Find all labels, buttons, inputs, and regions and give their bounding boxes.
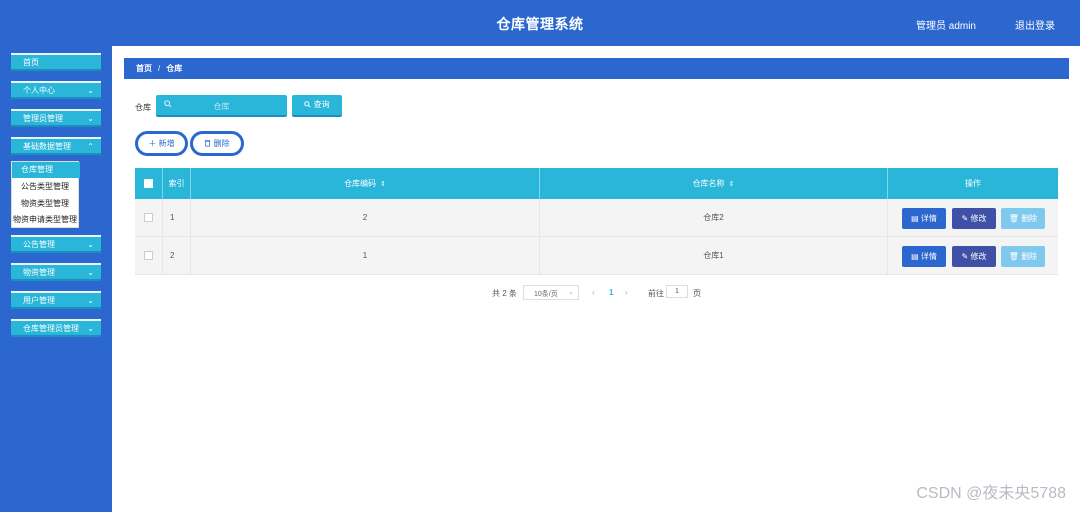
sidebar-item-notice[interactable]: 公告管理 ⌄ bbox=[11, 235, 101, 253]
remove-button[interactable]: 🗑 删除 bbox=[1001, 208, 1045, 229]
edit-button-label: 修改 bbox=[970, 252, 987, 261]
delete-button[interactable]: 删除 bbox=[190, 131, 244, 156]
sort-icon: ⇕ bbox=[380, 180, 386, 188]
sidebar-item-warehouse-admin[interactable]: 仓库管理员管理 ⌄ bbox=[11, 319, 101, 337]
next-page-button[interactable]: › bbox=[625, 288, 628, 297]
select-all-checkbox[interactable] bbox=[144, 179, 153, 188]
detail-button[interactable]: ▤ 详情 bbox=[902, 208, 946, 229]
breadcrumb-home[interactable]: 首页 bbox=[136, 64, 152, 73]
detail-button-label: 详情 bbox=[920, 252, 937, 261]
row-select-cell bbox=[135, 199, 163, 236]
sidebar-item-materials[interactable]: 物资管理 ⌄ bbox=[11, 263, 101, 281]
header-code-label: 仓库编码 bbox=[344, 179, 377, 188]
main-content: 首页 / 仓库 仓库 仓库 查询 ＋ 新增 删除 索引 仓库编码 ⇕ 仓库名称 ⇕ 操作… bbox=[112, 46, 1080, 512]
logout-link[interactable]: 退出登录 bbox=[1015, 17, 1055, 32]
goto-page-input[interactable]: 1 bbox=[666, 285, 688, 298]
sidebar-item-admin[interactable]: 管理员管理 ⌄ bbox=[11, 109, 101, 127]
detail-button[interactable]: ▤ 详情 bbox=[902, 246, 946, 267]
page-unit-label: 页 bbox=[693, 289, 701, 298]
chevron-down-icon: ⌄ bbox=[87, 324, 94, 333]
header-name[interactable]: 仓库名称 ⇕ bbox=[540, 168, 888, 199]
remove-button-label: 删除 bbox=[1021, 214, 1038, 223]
sidebar-item-label: 物资管理 bbox=[23, 268, 55, 277]
row-checkbox[interactable] bbox=[144, 213, 153, 222]
row-select-cell bbox=[135, 237, 163, 274]
prev-page-button[interactable]: ‹ bbox=[592, 288, 595, 297]
top-bar: 仓库管理系统 管理员 admin 退出登录 bbox=[0, 0, 1080, 46]
remove-button-label: 删除 bbox=[1021, 252, 1038, 261]
table-row: 2 1 仓库1 ▤ 详情 ✎ 修改 🗑 删除 bbox=[135, 237, 1058, 275]
row-name: 仓库2 bbox=[540, 199, 888, 236]
sidebar-item-label: 个人中心 bbox=[23, 86, 55, 95]
chevron-down-icon: ⌄ bbox=[87, 268, 94, 277]
header-ops: 操作 bbox=[965, 179, 981, 188]
current-user: 管理员 admin bbox=[915, 21, 976, 32]
sidebar-item-label: 首页 bbox=[23, 58, 39, 67]
query-button-label: 查询 bbox=[313, 100, 330, 109]
sort-icon: ⇕ bbox=[728, 180, 735, 188]
add-button[interactable]: ＋ 新增 bbox=[135, 131, 188, 156]
search-input[interactable]: 仓库 bbox=[156, 95, 287, 117]
chevron-down-icon: ⌄ bbox=[87, 240, 94, 249]
sidebar-item-users[interactable]: 用户管理 ⌄ bbox=[11, 291, 101, 309]
edit-button[interactable]: ✎ 修改 bbox=[952, 246, 996, 267]
sidebar: 首页 个人中心 ⌄ 管理员管理 ⌄ 基础数据管理 ⌃ 仓库管理 公告类型管理 物… bbox=[0, 46, 112, 512]
header-index: 索引 bbox=[163, 168, 191, 199]
delete-button-label: 删除 bbox=[213, 139, 230, 148]
remove-button[interactable]: 🗑 删除 bbox=[1001, 246, 1045, 267]
query-button[interactable]: 查询 bbox=[292, 95, 342, 117]
chevron-down-icon: ⌄ bbox=[87, 296, 94, 305]
row-code: 1 bbox=[191, 237, 540, 274]
page-size-value: 10条/页 bbox=[534, 291, 558, 298]
row-code: 2 bbox=[191, 199, 540, 236]
sidebar-item-label: 用户管理 bbox=[23, 296, 55, 305]
submenu-base-data: 仓库管理 公告类型管理 物资类型管理 物资申请类型管理 bbox=[11, 161, 80, 228]
add-button-label: ＋ 新增 bbox=[148, 139, 175, 148]
table-header: 索引 仓库编码 ⇕ 仓库名称 ⇕ 操作 bbox=[135, 168, 1058, 199]
sidebar-item-label: 仓库管理员管理 bbox=[23, 324, 79, 333]
submenu-item-material-type[interactable]: 物资类型管理 bbox=[12, 196, 80, 212]
row-checkbox[interactable] bbox=[144, 251, 153, 260]
header-code[interactable]: 仓库编码 ⇕ bbox=[191, 168, 540, 199]
submenu-item-notice-type[interactable]: 公告类型管理 bbox=[12, 179, 80, 195]
breadcrumb: 首页 / 仓库 bbox=[124, 58, 1069, 79]
row-index: 2 bbox=[163, 237, 191, 274]
chevron-down-icon: ⌄ bbox=[568, 289, 574, 296]
chevron-up-icon: ⌃ bbox=[87, 142, 94, 151]
submenu-item-warehouse[interactable]: 仓库管理 bbox=[12, 162, 80, 178]
search-label: 仓库 bbox=[135, 103, 151, 112]
chevron-down-icon: ⌄ bbox=[87, 114, 94, 123]
search-placeholder: 仓库 bbox=[213, 102, 230, 111]
edit-button[interactable]: ✎ 修改 bbox=[952, 208, 996, 229]
breadcrumb-current: 仓库 bbox=[166, 64, 183, 73]
page-size-select[interactable]: 10条/页 ⌄ bbox=[523, 285, 579, 300]
header-name-label: 仓库名称 bbox=[692, 179, 725, 188]
sidebar-item-home[interactable]: 首页 bbox=[11, 53, 101, 71]
goto-label: 前往 bbox=[648, 289, 664, 298]
search-icon bbox=[304, 101, 311, 108]
row-index: 1 bbox=[163, 199, 191, 236]
submenu-item-apply-type[interactable]: 物资申请类型管理 bbox=[12, 212, 80, 228]
sidebar-item-label: 管理员管理 bbox=[23, 114, 63, 123]
chevron-down-icon: ⌄ bbox=[87, 86, 94, 95]
row-name: 仓库1 bbox=[540, 237, 888, 274]
watermark: CSDN @夜未央5788 bbox=[916, 485, 1066, 502]
page-number-current[interactable]: 1 bbox=[609, 288, 613, 297]
sidebar-item-profile[interactable]: 个人中心 ⌄ bbox=[11, 81, 101, 99]
pagination-total: 共 2 条 bbox=[492, 289, 517, 298]
select-all-cell bbox=[135, 168, 163, 199]
pagination: 共 2 条 10条/页 ⌄ ‹ 1 › 前往 1 页 bbox=[492, 285, 712, 300]
detail-button-label: 详情 bbox=[920, 214, 937, 223]
sidebar-item-label: 基础数据管理 bbox=[23, 142, 71, 151]
table-row: 1 2 仓库2 ▤ 详情 ✎ 修改 🗑 删除 bbox=[135, 199, 1058, 237]
sidebar-item-label: 公告管理 bbox=[23, 240, 55, 249]
trash-icon bbox=[205, 140, 211, 147]
edit-button-label: 修改 bbox=[970, 214, 987, 223]
sidebar-item-base-data[interactable]: 基础数据管理 ⌃ bbox=[11, 137, 101, 155]
breadcrumb-separator: / bbox=[158, 64, 161, 73]
